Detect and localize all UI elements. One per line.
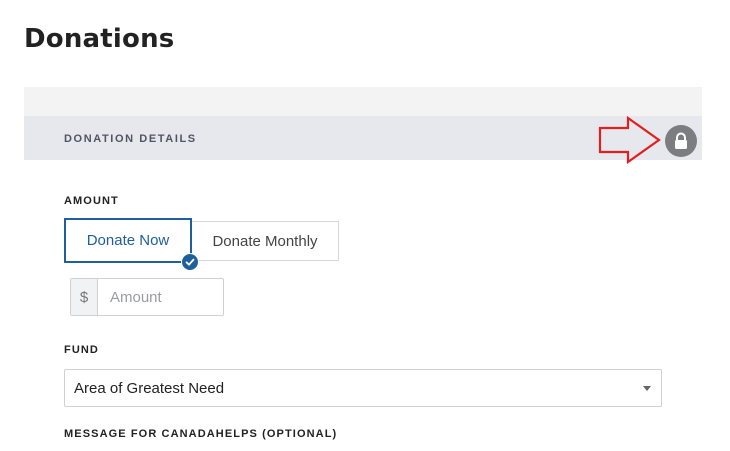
currency-symbol: $ bbox=[71, 279, 98, 315]
checkmark-icon bbox=[181, 253, 199, 271]
page-title: Donations bbox=[24, 24, 175, 54]
fund-select[interactable]: Area of Greatest Need bbox=[64, 369, 662, 407]
form-top-band bbox=[24, 87, 702, 116]
fund-selected-value: Area of Greatest Need bbox=[74, 379, 225, 397]
donate-monthly-tab[interactable]: Donate Monthly bbox=[191, 221, 339, 261]
chevron-down-icon bbox=[643, 386, 651, 391]
right-arrow-icon bbox=[598, 116, 661, 164]
message-label: MESSAGE FOR CANADAHELPS (OPTIONAL) bbox=[64, 428, 338, 440]
fund-label: FUND bbox=[64, 344, 99, 356]
donate-now-tab[interactable]: Donate Now bbox=[64, 218, 192, 263]
section-title: DONATION DETAILS bbox=[64, 133, 197, 145]
amount-field: $ bbox=[70, 278, 224, 316]
amount-input[interactable] bbox=[98, 279, 223, 315]
lock-icon[interactable] bbox=[665, 125, 697, 157]
amount-label: AMOUNT bbox=[64, 195, 119, 207]
